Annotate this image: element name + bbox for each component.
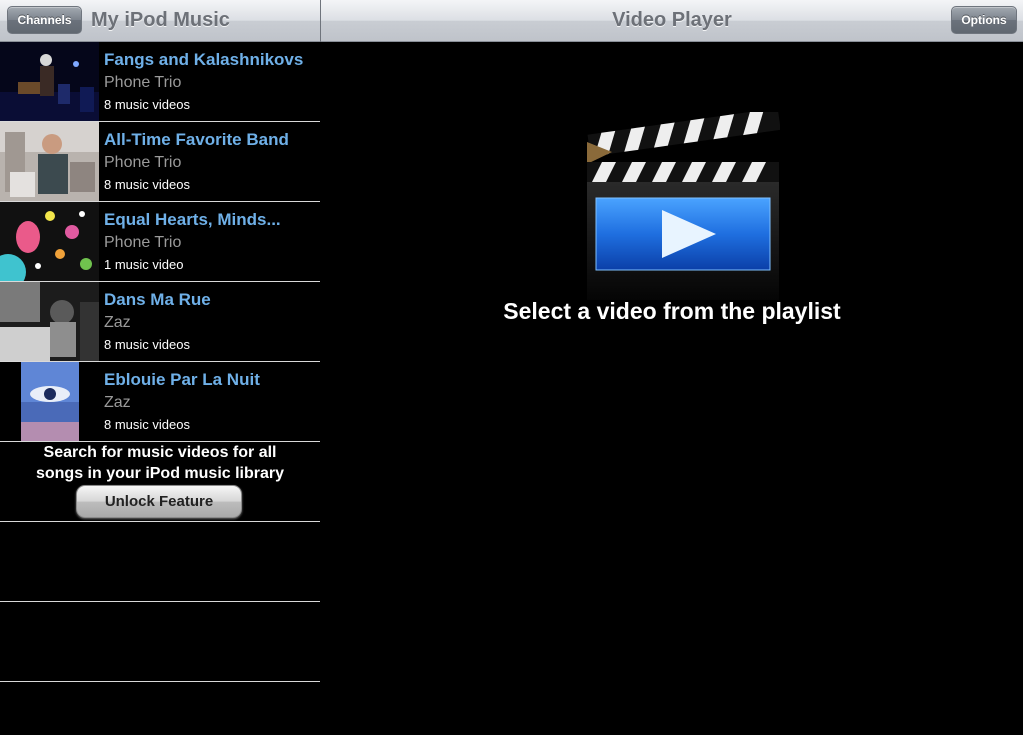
item-video-count: 8 music videos xyxy=(104,97,190,112)
item-artist: Phone Trio xyxy=(104,234,182,251)
item-artist: Zaz xyxy=(104,394,131,411)
playlist-sidebar: Fangs and Kalashnikovs Phone Trio 8 musi… xyxy=(0,42,320,735)
empty-list-row xyxy=(0,602,320,682)
item-title: All-Time Favorite Band xyxy=(104,130,289,149)
left-bar-title: My iPod Music xyxy=(91,9,230,31)
unlock-description: Search for music videos for all songs in… xyxy=(0,442,320,484)
left-navigation-bar: Channels My iPod Music xyxy=(0,0,320,42)
right-bar-title: Video Player xyxy=(612,9,732,31)
right-navigation-bar: Video Player Options xyxy=(321,0,1023,42)
item-artist: Phone Trio xyxy=(104,154,182,171)
item-title: Eblouie Par La Nuit xyxy=(104,370,260,389)
item-artist: Zaz xyxy=(104,314,131,331)
item-video-count: 8 music videos xyxy=(104,337,190,352)
item-video-count: 1 music video xyxy=(104,257,184,272)
item-artist: Phone Trio xyxy=(104,74,182,91)
unlock-section: Search for music videos for all songs in… xyxy=(0,442,320,522)
item-video-count: 8 music videos xyxy=(104,177,190,192)
video-player-panel: Select a video from the playlist xyxy=(321,42,1023,735)
item-video-count: 8 music videos xyxy=(104,417,190,432)
playlist-thumbnail xyxy=(0,362,99,441)
playlist-thumbnail xyxy=(0,42,99,121)
item-title: Fangs and Kalashnikovs xyxy=(104,50,304,69)
playlist-item[interactable]: Fangs and Kalashnikovs Phone Trio 8 musi… xyxy=(0,42,320,122)
unlock-line-1: Search for music videos for all xyxy=(43,444,277,461)
unlock-feature-button[interactable]: Unlock Feature xyxy=(76,485,242,518)
item-title: Dans Ma Rue xyxy=(104,290,211,309)
playlist-item[interactable]: Equal Hearts, Minds... Phone Trio 1 musi… xyxy=(0,202,320,282)
empty-state-message: Select a video from the playlist xyxy=(503,298,841,324)
playlist-item[interactable]: Dans Ma Rue Zaz 8 music videos xyxy=(0,282,320,362)
empty-list-row xyxy=(0,522,320,602)
options-button[interactable]: Options xyxy=(951,6,1017,34)
playlist-thumbnail xyxy=(0,282,99,361)
playlist-thumbnail xyxy=(0,202,99,281)
playlist-thumbnail xyxy=(0,122,99,201)
channels-button[interactable]: Channels xyxy=(7,6,82,34)
playlist-item[interactable]: Eblouie Par La Nuit Zaz 8 music videos xyxy=(0,362,320,442)
playlist-item[interactable]: All-Time Favorite Band Phone Trio 8 musi… xyxy=(0,122,320,202)
unlock-line-2: songs in your iPod music library xyxy=(35,465,285,482)
item-title: Equal Hearts, Minds... xyxy=(104,210,281,229)
clapperboard-play-icon xyxy=(584,108,781,302)
